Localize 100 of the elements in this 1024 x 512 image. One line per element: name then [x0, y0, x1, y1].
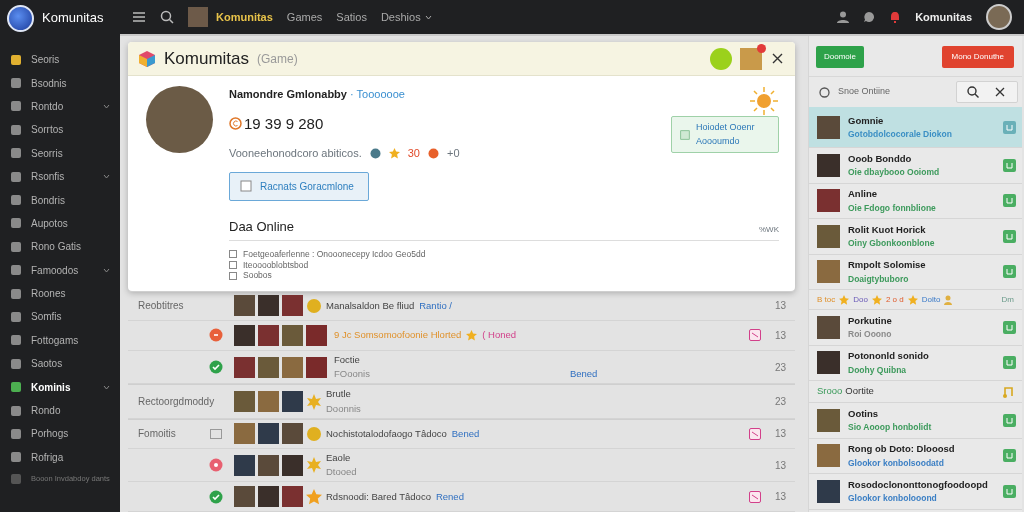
search-field[interactable]: Snoe Ontiine: [836, 84, 936, 100]
avatar-circle[interactable]: [986, 4, 1012, 30]
square-icon: [10, 451, 22, 464]
tag-text: Doo: [853, 293, 868, 306]
nav-link[interactable]: Satios: [336, 8, 367, 26]
star-icon: [388, 147, 400, 159]
check-square-icon: [1003, 356, 1016, 370]
sidebar-item[interactable]: Seoris: [0, 48, 120, 72]
photo-placeholder: [258, 423, 279, 445]
group-label: Fomoitis: [138, 428, 176, 440]
list-item[interactable]: Rmpolt Solomise Doaigtybuboro: [809, 254, 1022, 290]
brand-link[interactable]: Komunitas: [216, 8, 273, 26]
sidebar-item[interactable]: Porhogs: [0, 422, 120, 446]
row-link[interactable]: Rantio /: [419, 298, 452, 313]
coin-icon: [229, 117, 242, 131]
square-icon: [10, 170, 22, 183]
sidebar-item[interactable]: Famoodos: [0, 258, 120, 282]
sidebar-item[interactable]: Fottogams: [0, 328, 120, 353]
item-title: Rosodoclononttonogfoodoopd: [848, 477, 989, 492]
search-button[interactable]: [160, 10, 174, 24]
list-item[interactable]: Rolit Kuot Horick Oiny Gbonkoonblone: [809, 219, 1022, 255]
close-button[interactable]: [993, 87, 1007, 97]
square-icon: [10, 53, 22, 66]
sidebar-item[interactable]: Rofriga: [0, 445, 120, 470]
menu-button[interactable]: [132, 11, 146, 23]
list-item[interactable]: Anline Oie Fdogo fonnblione: [809, 183, 1022, 219]
check-square-icon: [1003, 484, 1016, 498]
square-icon: [10, 404, 22, 417]
list-item[interactable]: Porkutine Roi Ooono: [809, 310, 1022, 346]
photo-placeholder: [258, 454, 279, 476]
sidebar-item[interactable]: Bsodnis: [0, 71, 120, 95]
item-subtitle: Glookor konbolsoodatd: [848, 456, 945, 470]
sidebar-item[interactable]: Rsonfis: [0, 164, 120, 189]
sidebar-item[interactable]: Sorrtos: [0, 118, 120, 142]
sidebar-item[interactable]: Kominis: [0, 375, 120, 399]
cube-icon: [138, 49, 156, 68]
list-item[interactable]: Gomnie Gotobdolcocorale Diokon: [809, 107, 1022, 148]
row-link[interactable]: Bened: [451, 426, 480, 441]
sidebar-item[interactable]: Roones: [0, 281, 120, 306]
item-title: Rmpolt Solomise: [848, 258, 927, 273]
photo-placeholder: [817, 260, 840, 284]
sidebar-item[interactable]: Rono Gatis: [0, 235, 120, 259]
row-title: 9 Jc Somsomoofoonie Hlorted: [334, 328, 462, 343]
list-item[interactable]: Ootins Sio Aooop honbolidt: [809, 403, 1022, 439]
logo-icon: [7, 4, 34, 32]
photo-placeholder: [306, 356, 327, 378]
list-item[interactable]: Potononld sonido Doohy Quibna: [809, 345, 1022, 381]
sidebar-item[interactable]: Saotos: [0, 352, 120, 376]
square-icon: [209, 426, 223, 441]
check-square-icon: [1003, 120, 1016, 134]
square-icon: [10, 264, 22, 277]
circle-icon: [427, 147, 439, 159]
photo-placeholder: [817, 444, 840, 468]
item-title: Potononld sonido: [848, 349, 930, 364]
photo-placeholder: [234, 324, 255, 346]
list-item[interactable]: Ooob Bonddo Oie dbaybooo Ooiomd: [809, 148, 1022, 184]
row-link[interactable]: Bened: [569, 367, 598, 382]
photo-placeholder: [282, 454, 303, 476]
star-icon: [839, 294, 850, 305]
square-icon: [10, 381, 22, 394]
tag-text: Dolto: [921, 293, 941, 306]
item-title: Gomnie: [848, 113, 885, 128]
section-line: Foetgeoaferlenne : Onooonecepy Icdoo Geo5dd: [243, 249, 426, 260]
promo-card[interactable]: Hoiodet Ooenr Aoooumdo: [671, 116, 779, 153]
list-item[interactable]: Rong ob Doto: Dlooosd Glookor konbolsoodatd: [809, 438, 1022, 474]
check-square-icon: [1003, 229, 1016, 243]
item-subtitle: Glookor konbolooond: [848, 492, 938, 505]
row-title: Rdsnoodi: Bared Tâdoco: [326, 489, 431, 504]
profile-meta: Vooneehonodcoro abiticos.: [229, 146, 362, 161]
photo-placeholder: [282, 356, 303, 378]
caret-icon: [103, 103, 110, 109]
item-subtitle: Oiny Gbonkoonblone: [848, 237, 936, 250]
nav-link[interactable]: Deshios: [380, 8, 432, 26]
sidebar-item[interactable]: Bondris: [0, 188, 120, 212]
star-icon: [306, 488, 322, 505]
row-subtitle: FOoonis: [334, 367, 370, 382]
burst-icon: [306, 393, 322, 410]
group-label: Rectoorgdmoddy: [138, 396, 215, 408]
sidebar-item[interactable]: Aupotos: [0, 211, 120, 236]
section-note: %WK: [759, 224, 779, 236]
user-name[interactable]: Komunitas: [915, 8, 972, 26]
nav-link[interactable]: Games: [286, 8, 323, 26]
sidebar-item[interactable]: Rondo: [0, 398, 120, 423]
sidebar-item[interactable]: Rontdo: [0, 94, 120, 119]
danger-button[interactable]: Mono Donuthe: [941, 46, 1014, 68]
action-button[interactable]: Racnats Goracmlone: [229, 171, 369, 201]
check-square-icon: [1003, 265, 1016, 279]
sidebar-item[interactable]: Seorris: [0, 141, 120, 165]
list-item[interactable]: Rosodoclononttonogfoodoopd Glookor konbolooond: [809, 474, 1022, 510]
photo-placeholder: [306, 324, 327, 346]
sidebar-item[interactable]: Somfis: [0, 305, 120, 329]
close-button[interactable]: [770, 53, 785, 64]
row-count: 23: [775, 360, 788, 375]
item-subtitle: Doohy Quibna: [848, 363, 908, 377]
search-button[interactable]: [967, 86, 979, 98]
row-link[interactable]: Rened: [435, 489, 464, 504]
row-title: Brutle: [326, 387, 351, 402]
photo-placeholder: [258, 295, 279, 317]
row-title: Eaole: [326, 450, 351, 465]
row-title: Nochistotalodofaogo Tâdoco: [326, 426, 447, 441]
